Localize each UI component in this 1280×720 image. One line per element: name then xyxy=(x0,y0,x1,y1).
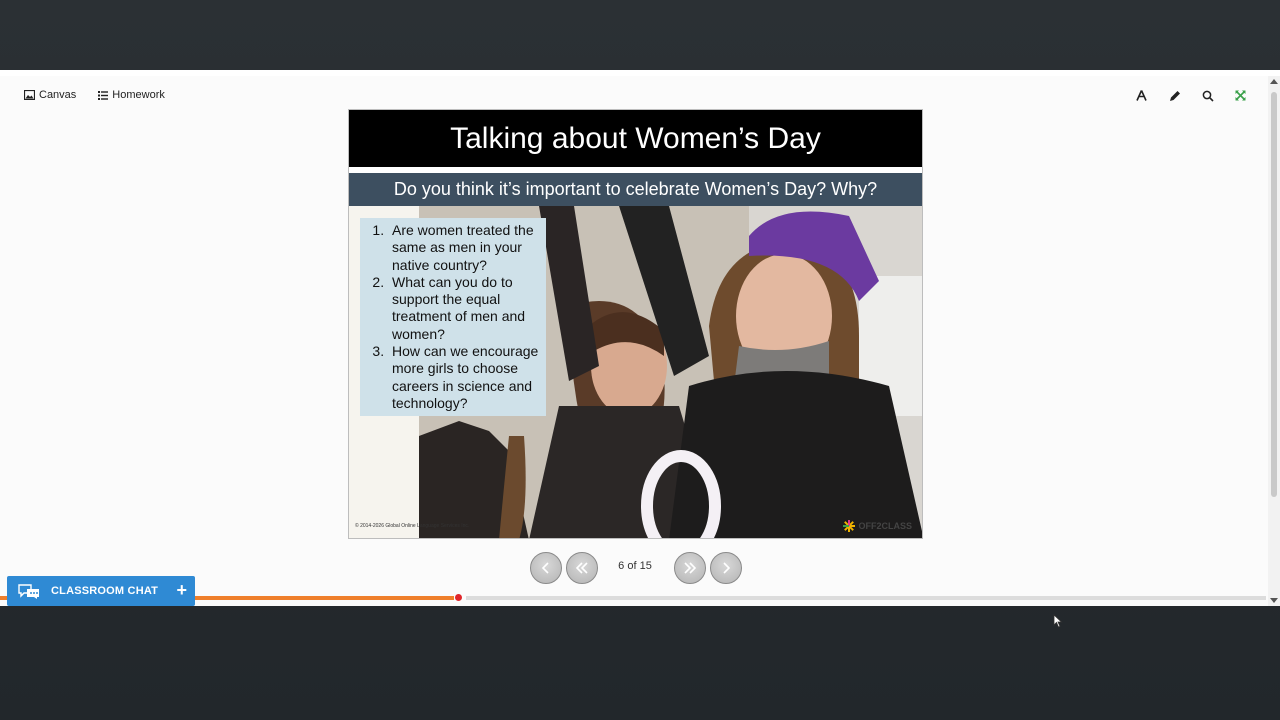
first-slide-button[interactable] xyxy=(566,552,598,584)
question-item: How can we encourage more girls to choos… xyxy=(388,343,540,412)
star-logo-icon xyxy=(843,520,856,532)
progress-track[interactable] xyxy=(466,596,1266,600)
scroll-up-arrow[interactable] xyxy=(1270,79,1278,84)
slide-question: Do you think it’s important to celebrate… xyxy=(349,173,922,206)
search-icon xyxy=(1202,90,1214,102)
vertical-scrollbar[interactable] xyxy=(1268,76,1280,606)
page-indicator: 6 of 15 xyxy=(618,560,652,572)
chat-expand-button[interactable]: + xyxy=(176,580,187,601)
logo-text: OFF2CLASS xyxy=(858,521,912,531)
fullscreen-button[interactable] xyxy=(1233,88,1248,103)
homework-button[interactable]: Homework xyxy=(98,89,165,101)
last-slide-button[interactable] xyxy=(674,552,706,584)
font-tool-button[interactable] xyxy=(1134,88,1149,103)
fullscreen-icon xyxy=(1235,90,1246,101)
toolbar-left: Canvas Homework xyxy=(24,89,165,101)
slide-title: Talking about Women’s Day xyxy=(349,110,922,167)
off2class-logo: OFF2CLASS xyxy=(843,520,912,532)
question-item: What can you do to support the equal tre… xyxy=(388,274,540,343)
double-chevron-right-icon xyxy=(684,562,697,574)
scroll-down-arrow[interactable] xyxy=(1270,598,1278,603)
pencil-tool-button[interactable] xyxy=(1167,88,1182,103)
question-list-box: Are women treated the same as men in you… xyxy=(360,218,546,416)
presentation-frame: Canvas Homework Talking about Women’s Da… xyxy=(0,70,1280,628)
previous-slide-button[interactable] xyxy=(530,552,562,584)
chat-bubbles-icon xyxy=(18,584,39,599)
canvas-label: Canvas xyxy=(39,89,77,101)
toolbar-right xyxy=(1134,88,1248,103)
chevron-left-icon xyxy=(541,562,549,574)
chat-label: CLASSROOM CHAT xyxy=(51,585,159,597)
mouse-cursor-icon xyxy=(1053,614,1063,628)
font-icon xyxy=(1136,90,1147,101)
copyright-text: © 2014-2026 Global Online Language Servi… xyxy=(355,523,470,529)
canvas-button[interactable]: Canvas xyxy=(24,89,76,101)
classroom-chat-button[interactable]: CLASSROOM CHAT + xyxy=(7,576,195,606)
progress-handle[interactable] xyxy=(455,594,462,601)
homework-label: Homework xyxy=(112,89,165,101)
scroll-thumb[interactable] xyxy=(1271,92,1277,497)
question-list: Are women treated the same as men in you… xyxy=(366,222,540,412)
question-item: Are women treated the same as men in you… xyxy=(388,222,540,274)
image-icon xyxy=(24,90,35,100)
double-chevron-left-icon xyxy=(575,562,588,574)
next-slide-button[interactable] xyxy=(710,552,742,584)
list-icon xyxy=(98,90,109,100)
search-tool-button[interactable] xyxy=(1200,88,1215,103)
slide: Talking about Women’s Day Do you think i… xyxy=(348,109,923,539)
pencil-icon xyxy=(1169,90,1180,101)
chevron-right-icon xyxy=(723,562,731,574)
